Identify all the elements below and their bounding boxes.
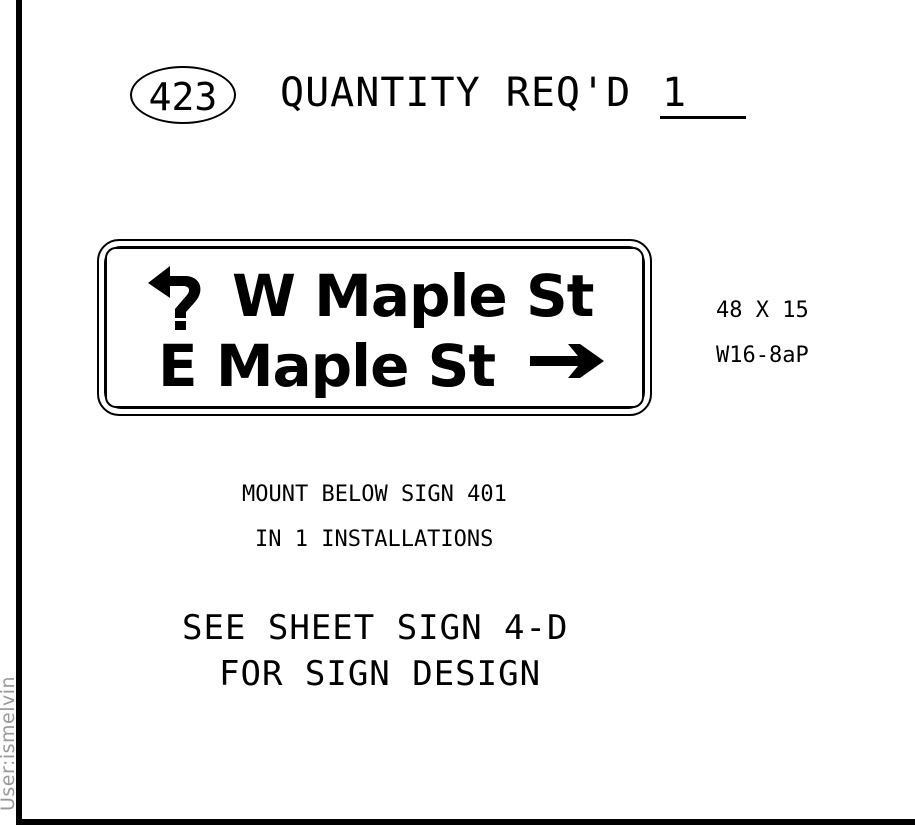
quantity-label: QUANTITY REQ'D xyxy=(280,70,632,116)
left-turn-arrow-icon xyxy=(148,266,201,330)
sign-size: 48 X 15 xyxy=(716,298,809,323)
right-arrow-icon xyxy=(530,344,604,378)
sign-line-1-text: W Maple St xyxy=(232,262,594,330)
sign-number-badge: 423 xyxy=(130,66,236,124)
sign-line-2-text: E Maple St xyxy=(158,332,496,400)
user-stamp: User:ismelvin xyxy=(0,675,19,811)
quantity-value: 1 xyxy=(662,70,688,116)
installations-note: IN 1 INSTALLATIONS xyxy=(255,527,494,552)
sheet-reference-line-1: SEE SHEET SIGN 4-D xyxy=(182,608,569,648)
sheet-border-bottom xyxy=(16,819,915,825)
mount-note: MOUNT BELOW SIGN 401 xyxy=(242,482,507,507)
sign-code: W16-8aP xyxy=(716,343,809,368)
quantity-underline xyxy=(660,116,746,119)
sheet-reference-line-2: FOR SIGN DESIGN xyxy=(219,654,542,694)
